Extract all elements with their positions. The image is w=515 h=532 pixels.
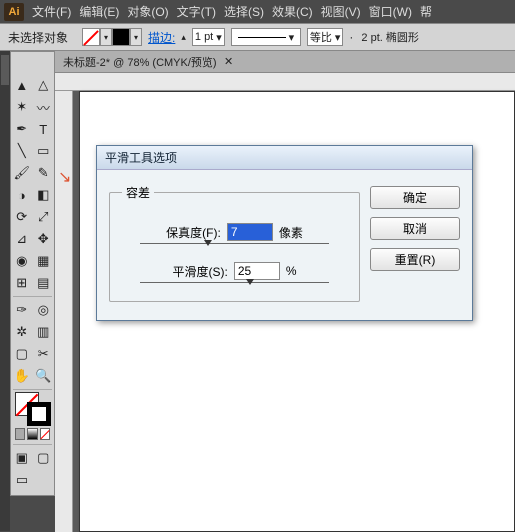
artboard-tool[interactable]: ▢: [11, 343, 33, 365]
perspective-tool[interactable]: ▦: [33, 250, 55, 272]
hand-tool[interactable]: ✋: [11, 365, 33, 387]
magic-wand-tool[interactable]: ✶: [11, 96, 33, 118]
stroke-info[interactable]: 2 pt. 椭圆形: [359, 28, 420, 46]
stroke-color[interactable]: [27, 402, 51, 426]
direct-selection-tool[interactable]: △: [33, 74, 55, 96]
color-mode-gradient[interactable]: [27, 428, 37, 440]
free-transform-tool[interactable]: ✥: [33, 228, 55, 250]
screen-mode-normal[interactable]: ▣: [11, 447, 33, 469]
fill-stroke-indicator[interactable]: [13, 392, 53, 426]
menu-select[interactable]: 选择(S): [224, 3, 264, 20]
close-icon[interactable]: ✕: [223, 56, 235, 68]
zoom-tool[interactable]: 🔍: [33, 365, 55, 387]
ruler-horizontal: [55, 73, 515, 91]
ruler-vertical: [55, 91, 73, 532]
cancel-button[interactable]: 取消: [370, 217, 460, 240]
gradient-tool[interactable]: ▤: [33, 272, 55, 294]
type-tool[interactable]: T: [33, 118, 55, 140]
app-logo: Ai: [4, 3, 24, 21]
fidelity-slider[interactable]: [140, 243, 329, 244]
stroke-dot: ·: [349, 30, 353, 44]
menu-file[interactable]: 文件(F): [32, 3, 71, 20]
fill-dropdown[interactable]: ▾: [100, 28, 112, 46]
stroke-weight-input[interactable]: 1 pt ▾: [192, 28, 225, 46]
smoothness-input[interactable]: [234, 262, 280, 280]
eyedropper-tool[interactable]: ✑: [11, 299, 33, 321]
ok-button[interactable]: 确定: [370, 186, 460, 209]
toolbox: ▲△ ✶〰 ✒T ╲▭ 🖌✎ ◑◧ ⟳⤢ ⊿✥ ◉▦ ⊞▤ ✑◎ ✲▥ ▢✂ ✋…: [10, 51, 55, 496]
rotate-tool[interactable]: ⟳: [11, 206, 33, 228]
smoothness-unit: %: [286, 264, 297, 278]
panel-dock: [0, 51, 10, 531]
blob-brush-tool[interactable]: ◑: [11, 184, 33, 206]
menu-window[interactable]: 窗口(W): [369, 3, 412, 20]
smooth-tool-options-dialog: 平滑工具选项 容差 保真度(F): 像素 平滑度(S): %: [96, 145, 473, 321]
pen-tool[interactable]: ✒: [11, 118, 33, 140]
menu-effect[interactable]: 效果(C): [272, 3, 313, 20]
dialog-title: 平滑工具选项: [105, 149, 177, 166]
tolerance-legend: 容差: [122, 184, 154, 201]
fill-swatch[interactable]: [82, 28, 100, 46]
screen-mode-toggle[interactable]: ▭: [11, 469, 33, 491]
fidelity-input[interactable]: [227, 223, 273, 241]
stroke-style-dropdown[interactable]: ▾: [231, 28, 301, 46]
blend-tool[interactable]: ◎: [33, 299, 55, 321]
document-tab[interactable]: 未标题-2* @ 78% (CMYK/预览) ✕: [55, 51, 515, 73]
menu-type[interactable]: 文字(T): [177, 3, 216, 20]
rectangle-tool[interactable]: ▭: [33, 140, 55, 162]
paintbrush-tool[interactable]: 🖌: [11, 162, 33, 184]
color-mode-solid[interactable]: [15, 428, 25, 440]
graph-tool[interactable]: ▥: [33, 321, 55, 343]
lasso-tool[interactable]: 〰: [33, 96, 55, 118]
symbol-sprayer-tool[interactable]: ✲: [11, 321, 33, 343]
proportion-dropdown[interactable]: 等比 ▾: [307, 28, 344, 46]
smoothness-slider[interactable]: [140, 282, 329, 283]
smoothness-label: 平滑度(S):: [172, 263, 227, 280]
width-tool[interactable]: ⊿: [11, 228, 33, 250]
annotation-arrow: ↘: [58, 167, 71, 187]
options-bar: 未选择对象 ▾ ▾ 描边: ▴ 1 pt ▾ ▾ 等比 ▾ · 2 pt. 椭圆…: [0, 23, 515, 51]
slice-tool[interactable]: ✂: [33, 343, 55, 365]
eraser-tool[interactable]: ◧: [33, 184, 55, 206]
menu-object[interactable]: 对象(O): [127, 3, 168, 20]
selection-tool[interactable]: ▲: [11, 74, 33, 96]
color-mode-none[interactable]: [40, 428, 50, 440]
dock-tab[interactable]: [1, 55, 9, 85]
fill-stroke-controls: ▾ ▾: [82, 28, 142, 46]
mesh-tool[interactable]: ⊞: [11, 272, 33, 294]
screen-mode-full[interactable]: ▢: [33, 447, 55, 469]
menu-help[interactable]: 帮: [420, 3, 432, 20]
shape-builder-tool[interactable]: ◉: [11, 250, 33, 272]
menu-view[interactable]: 视图(V): [321, 3, 361, 20]
line-tool[interactable]: ╲: [11, 140, 33, 162]
reset-button[interactable]: 重置(R): [370, 248, 460, 271]
fidelity-unit: 像素: [279, 224, 303, 241]
selection-status: 未选择对象: [8, 29, 68, 46]
fidelity-label: 保真度(F):: [166, 224, 221, 241]
menu-bar: Ai 文件(F) 编辑(E) 对象(O) 文字(T) 选择(S) 效果(C) 视…: [0, 0, 515, 23]
tolerance-group: 容差 保真度(F): 像素 平滑度(S): %: [109, 184, 360, 302]
stroke-swatch[interactable]: [112, 28, 130, 46]
document-title: 未标题-2* @ 78% (CMYK/预览): [63, 54, 217, 70]
stroke-label[interactable]: 描边:: [148, 29, 175, 46]
stroke-stepper-up[interactable]: ▴: [181, 32, 186, 43]
stroke-dropdown[interactable]: ▾: [130, 28, 142, 46]
menu-edit[interactable]: 编辑(E): [79, 3, 119, 20]
scale-tool[interactable]: ⤢: [33, 206, 55, 228]
dialog-titlebar[interactable]: 平滑工具选项: [97, 146, 472, 170]
pencil-tool[interactable]: ✎: [33, 162, 55, 184]
